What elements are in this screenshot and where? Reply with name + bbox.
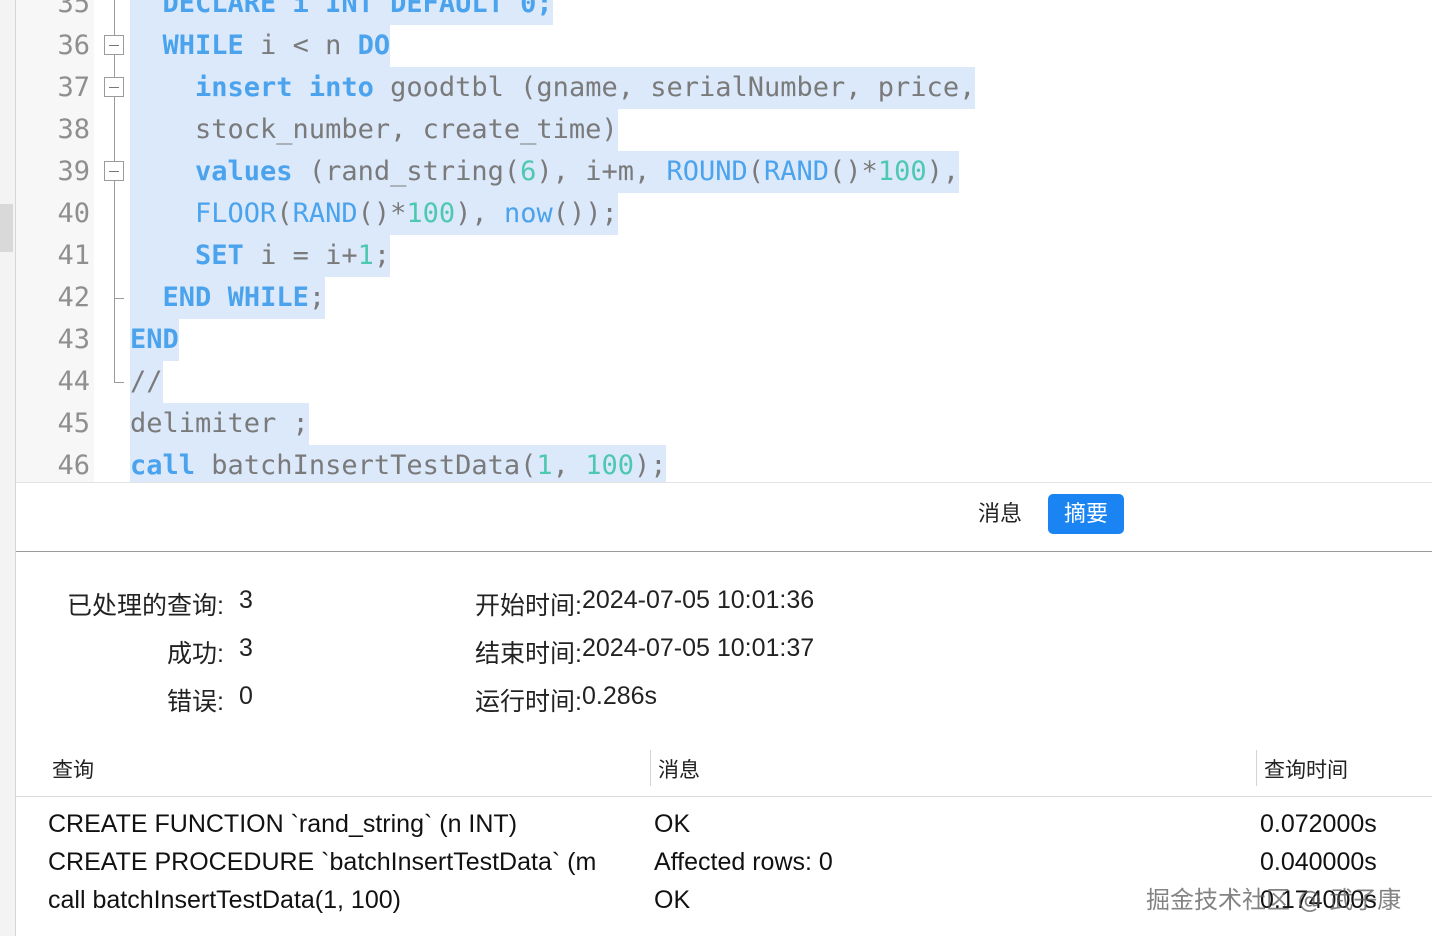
line-number: 41 — [57, 240, 90, 271]
code-text[interactable]: END — [130, 319, 179, 361]
line-number: 35 — [57, 0, 90, 19]
table-row[interactable]: CREATE FUNCTION `rand_string` (n INT) OK… — [16, 810, 1432, 848]
code-line[interactable]: 45 delimiter ; — [16, 403, 1432, 445]
row-query: call batchInsertTestData(1, 100) — [48, 886, 401, 914]
end-time-value: 2024-07-05 10:01:37 — [582, 634, 815, 662]
code-line[interactable]: 36 WHILE i < n DO — [16, 25, 1432, 67]
success-value: 3 — [239, 634, 253, 662]
line-number: 38 — [57, 114, 90, 145]
code-line[interactable]: 35 DECLARE i INT DEFAULT 0; — [16, 0, 1432, 25]
code-text[interactable]: values (rand_string(6), i+m, ROUND(RAND(… — [130, 151, 960, 193]
code-line[interactable]: 37 insert into goodtbl (gname, serialNum… — [16, 67, 1432, 109]
code-text[interactable]: WHILE i < n DO — [130, 25, 391, 67]
row-time: 0.040000s — [1260, 848, 1377, 876]
fold-guide — [102, 109, 128, 151]
code-line[interactable]: 40 FLOOR(RAND()*100), now()); — [16, 193, 1432, 235]
line-number: 45 — [57, 408, 90, 439]
error-value: 0 — [239, 682, 253, 710]
end-time-label: 结束时间: — [475, 640, 582, 668]
run-time-label: 运行时间: — [475, 688, 582, 716]
line-number: 42 — [57, 282, 90, 313]
error-label: 错误: — [167, 688, 224, 716]
code-text[interactable]: stock_number, create_time) — [130, 109, 618, 151]
code-line[interactable]: 43 END — [16, 319, 1432, 361]
row-message: OK — [654, 810, 691, 838]
fold-guide — [102, 0, 128, 25]
fold-guide — [102, 193, 128, 235]
line-number: 39 — [57, 156, 90, 187]
left-scroll-thumb[interactable] — [0, 204, 13, 252]
tab-summary[interactable]: 摘要 — [1048, 494, 1125, 534]
fold-toggle-icon[interactable] — [102, 67, 128, 109]
code-text[interactable]: // — [130, 361, 163, 403]
run-time-value: 0.286s — [582, 682, 658, 710]
row-time: 0.072000s — [1260, 810, 1377, 838]
success-label: 成功: — [167, 640, 224, 668]
code-line[interactable]: 38 stock_number, create_time) — [16, 109, 1432, 151]
code-text[interactable]: SET i = i+1; — [130, 235, 391, 277]
column-divider[interactable] — [650, 750, 651, 786]
code-text[interactable]: call batchInsertTestData(1, 100); — [130, 445, 667, 482]
code-text[interactable]: END WHILE; — [130, 277, 326, 319]
start-time-label: 开始时间: — [475, 592, 582, 620]
code-line[interactable]: 39 values (rand_string(6), i+m, ROUND(RA… — [16, 151, 1432, 193]
code-line[interactable]: 41 SET i = i+1; — [16, 235, 1432, 277]
left-panel-edge — [0, 0, 16, 936]
line-number: 36 — [57, 30, 90, 61]
line-number: 40 — [57, 198, 90, 229]
line-number: 44 — [57, 366, 90, 397]
sql-editor[interactable]: 35 DECLARE i INT DEFAULT 0; 36 WHILE i < … — [16, 0, 1432, 482]
fold-guide — [102, 361, 128, 403]
row-query: CREATE PROCEDURE `batchInsertTestData` (… — [48, 848, 597, 876]
column-header-query[interactable]: 查询 — [52, 754, 94, 784]
result-table-header: 查询 消息 查询时间 — [16, 750, 1432, 797]
row-query: CREATE FUNCTION `rand_string` (n INT) — [48, 810, 518, 838]
column-header-message[interactable]: 消息 — [658, 754, 700, 784]
line-number: 43 — [57, 324, 90, 355]
processed-label: 已处理的查询: — [67, 592, 224, 620]
fold-guide — [102, 319, 128, 361]
code-text[interactable]: delimiter ; — [130, 403, 309, 445]
column-header-time[interactable]: 查询时间 — [1264, 754, 1348, 784]
fold-toggle-icon[interactable] — [102, 151, 128, 193]
line-number: 37 — [57, 72, 90, 103]
row-message: OK — [654, 886, 691, 914]
start-time-value: 2024-07-05 10:01:36 — [582, 586, 815, 614]
fold-guide — [102, 235, 128, 277]
code-text[interactable]: FLOOR(RAND()*100), now()); — [130, 193, 618, 235]
code-line[interactable]: 46 call batchInsertTestData(1, 100); — [16, 445, 1432, 482]
watermark: 掘金技术社区 @ 武子康 — [1146, 886, 1402, 914]
line-number: 46 — [57, 450, 90, 481]
code-text[interactable]: DECLARE i INT DEFAULT 0; — [130, 0, 553, 25]
fold-toggle-icon[interactable] — [102, 25, 128, 67]
tab-message[interactable]: 消息 — [962, 494, 1038, 534]
result-tab-bar: 消息 摘要 — [16, 482, 1432, 553]
row-message: Affected rows: 0 — [654, 848, 833, 876]
code-text[interactable]: insert into goodtbl (gname, serialNumber… — [130, 67, 976, 109]
processed-value: 3 — [239, 586, 253, 614]
code-line[interactable]: 42 END WHILE; — [16, 277, 1432, 319]
code-line[interactable]: 44 // — [16, 361, 1432, 403]
fold-guide — [102, 277, 128, 319]
summary-panel: 已处理的查询: 3 成功: 3 错误: 0 开始时间: 2024-07-05 1… — [16, 552, 1432, 936]
column-divider[interactable] — [1256, 750, 1257, 786]
